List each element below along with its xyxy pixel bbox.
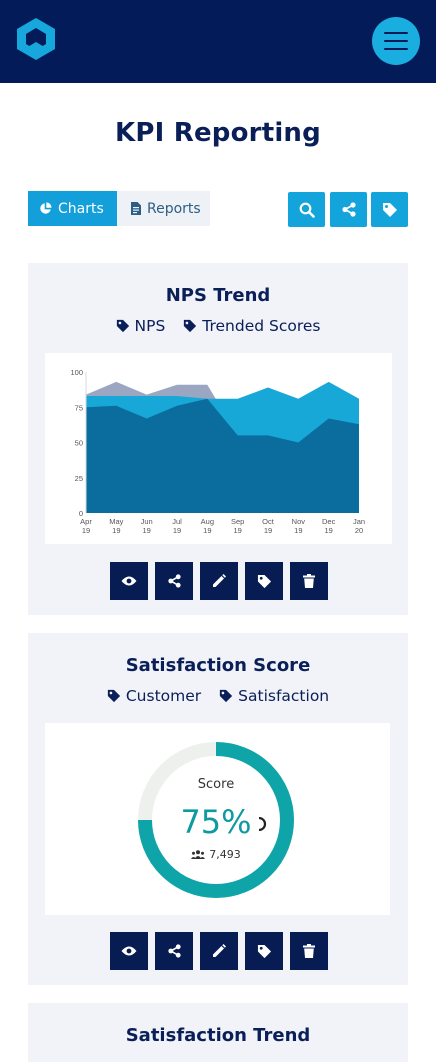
search-icon [299, 202, 315, 218]
tag-button[interactable] [371, 192, 408, 227]
search-button[interactable] [288, 192, 325, 227]
charts-tab-label: Charts [58, 200, 104, 217]
share-button[interactable] [330, 192, 367, 227]
respondents-count: 7,493 [137, 848, 295, 861]
tag-icon [184, 319, 197, 333]
x-tick-label: 19 [233, 526, 241, 535]
nps-area-chart: 0255075100Apr19May19Jun19Jul19Aug19Sep19… [70, 368, 365, 535]
x-tick-label: Sep [231, 517, 244, 526]
tag-label: Customer [125, 687, 202, 705]
y-tick-label: 75 [75, 403, 83, 412]
share-button[interactable] [155, 932, 193, 970]
x-tick-label: Oct [262, 517, 275, 526]
x-tick-label: Jan [353, 517, 365, 526]
x-tick-label: Apr [80, 517, 92, 526]
hamburger-icon [384, 32, 408, 50]
x-tick-label: 19 [203, 526, 211, 535]
score-donut: Score 75% 7,493 [137, 741, 295, 899]
edit-button[interactable] [200, 562, 238, 600]
tag-button[interactable] [245, 562, 283, 600]
tag-icon [382, 202, 397, 217]
x-tick-label: 19 [294, 526, 302, 535]
x-tick-label: 19 [82, 526, 90, 535]
view-button[interactable] [110, 562, 148, 600]
card-tags: Customer Satisfaction [28, 687, 408, 705]
x-tick-label: Jul [172, 517, 182, 526]
loading-spinner-icon [258, 817, 267, 831]
document-icon [131, 202, 141, 215]
tag-item[interactable]: Customer [107, 687, 201, 705]
x-tick-label: 20 [355, 526, 363, 535]
eye-icon [121, 946, 137, 956]
users-icon [191, 850, 206, 859]
x-tick-label: Jun [141, 517, 153, 526]
score-panel: Score 75% 7,493 [45, 723, 390, 915]
tag-icon [257, 944, 271, 958]
tag-button[interactable] [245, 932, 283, 970]
tag-label: Trended Scores [202, 317, 321, 335]
chart-panel: 0 25 50 75 100 Apr 19 May 19 Jun 19 Jul 19 Aug 19 Sep 19… [45, 353, 392, 544]
menu-button[interactable] [372, 17, 420, 65]
charts-tab[interactable]: Charts [28, 191, 117, 226]
x-tick-label: Nov [292, 517, 306, 526]
page-title: KPI Reporting [115, 118, 321, 148]
eye-icon [121, 576, 137, 586]
y-tick-label: 25 [75, 474, 83, 483]
x-tick-label: 19 [264, 526, 272, 535]
x-tick-label: 19 [112, 526, 120, 535]
x-tick-label: 19 [173, 526, 181, 535]
card-actions [110, 562, 328, 600]
card-tags: NPS Trended Scores [28, 317, 408, 335]
trash-icon [303, 574, 315, 588]
card-title: Satisfaction Score [125, 655, 311, 676]
view-button[interactable] [110, 932, 148, 970]
pencil-icon [213, 574, 226, 587]
score-label: Score [197, 777, 235, 792]
tag-item[interactable]: NPS [116, 317, 166, 335]
tag-icon [220, 689, 233, 703]
satisfaction-score-card: Satisfaction Score Customer Satisfaction… [28, 633, 408, 985]
x-tick-label: May [109, 517, 123, 526]
tag-icon [116, 319, 129, 333]
x-tick-label: Dec [322, 517, 336, 526]
delete-button[interactable] [290, 932, 328, 970]
top-navigation-bar [0, 0, 436, 83]
tag-icon [257, 574, 271, 588]
tag-label: NPS [134, 317, 166, 335]
y-tick-label: 100 [70, 368, 83, 377]
reports-tab[interactable]: Reports [117, 191, 210, 226]
x-tick-label: Aug [201, 517, 214, 526]
reports-tab-label: Reports [147, 200, 201, 217]
tag-icon [107, 689, 120, 703]
nps-trend-card: NPS Trend NPS Trended Scores 0 25 50 75 100 A… [28, 263, 408, 615]
share-button[interactable] [155, 562, 193, 600]
trash-icon [303, 944, 315, 958]
card-title: Satisfaction Trend [125, 1025, 311, 1046]
share-icon [167, 574, 181, 588]
edit-button[interactable] [200, 932, 238, 970]
card-actions [110, 932, 328, 970]
tag-item[interactable]: Satisfaction [219, 687, 329, 705]
respondents-value: 7,493 [209, 848, 241, 861]
pie-chart-icon [40, 202, 52, 214]
hexagon-logo-icon[interactable] [14, 16, 58, 62]
tag-label: Satisfaction [238, 687, 330, 705]
satisfaction-trend-card: Satisfaction Trend [28, 1003, 408, 1062]
x-tick-label: 19 [324, 526, 332, 535]
y-tick-label: 50 [75, 439, 83, 448]
tag-item[interactable]: Trended Scores [183, 317, 321, 335]
share-icon [341, 202, 356, 217]
delete-button[interactable] [290, 562, 328, 600]
share-icon [167, 944, 181, 958]
x-tick-label: 19 [142, 526, 150, 535]
score-value: 75% [180, 803, 252, 841]
card-title: NPS Trend [165, 285, 271, 306]
pencil-icon [213, 944, 226, 957]
